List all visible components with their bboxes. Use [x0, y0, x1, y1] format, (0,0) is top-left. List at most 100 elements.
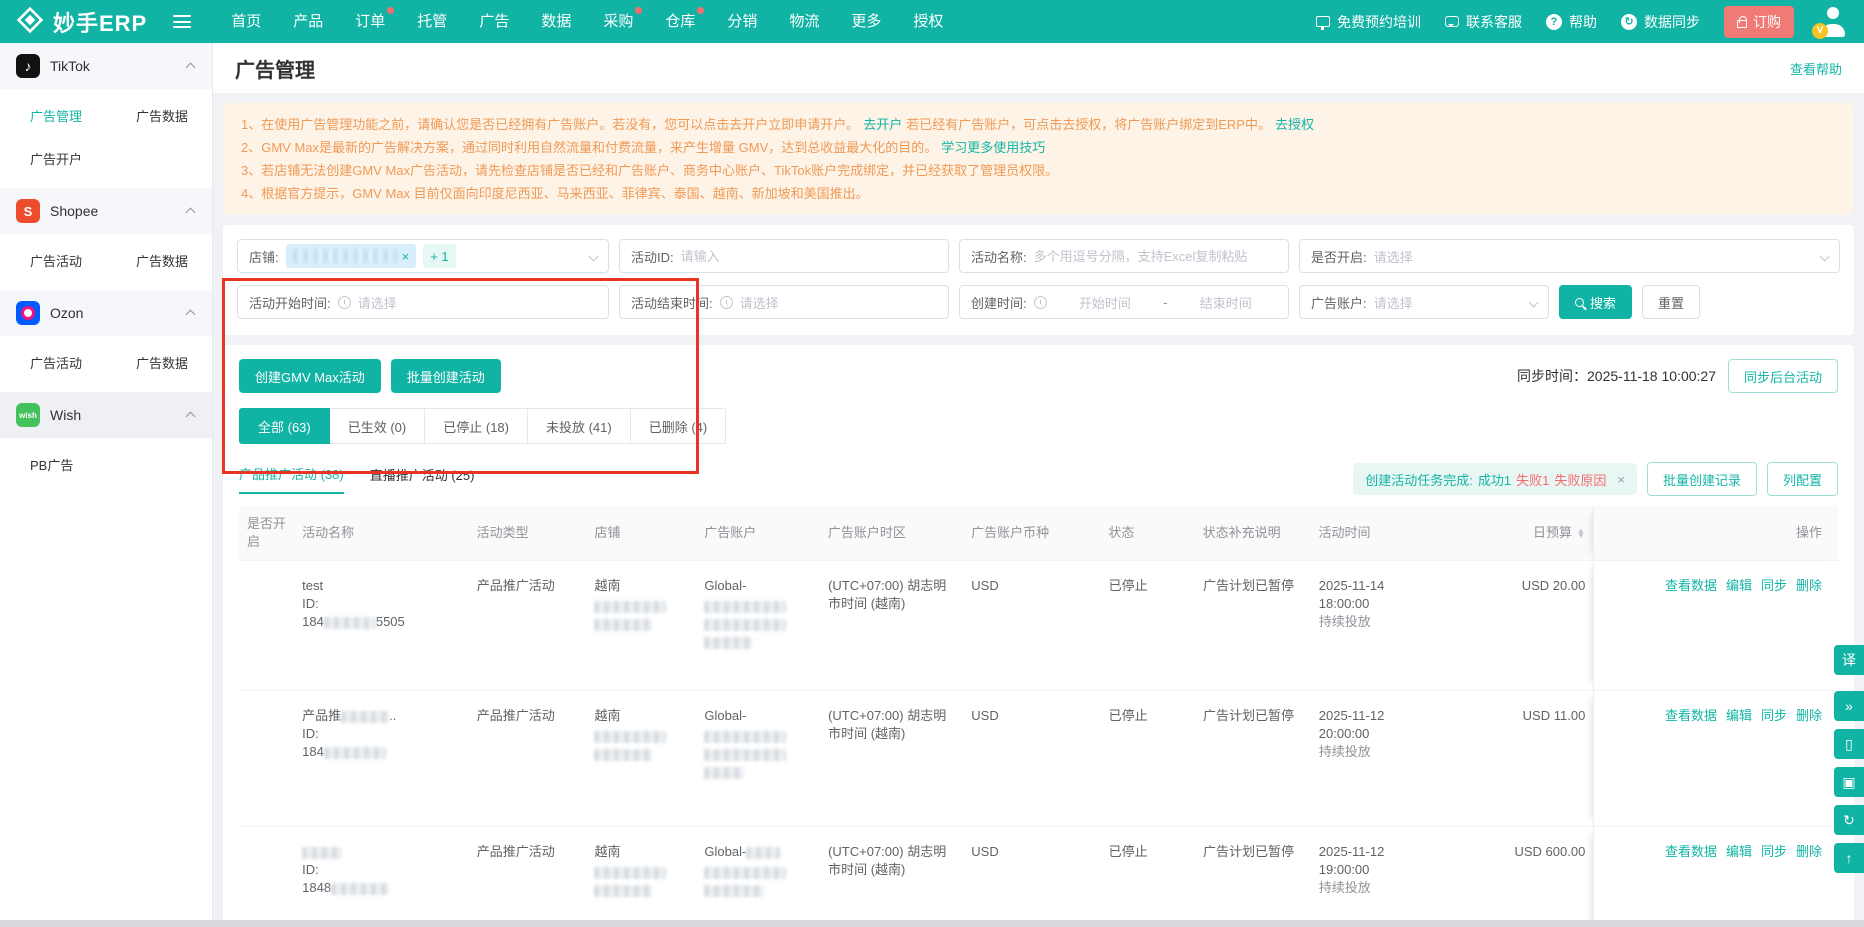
col-timezone: 广告账户时区 — [827, 525, 906, 540]
collapse-panel-button[interactable]: » — [1834, 691, 1864, 721]
campaign-name-cell: test ID: 184 5505 — [302, 578, 405, 629]
ad-account-filter[interactable]: 广告账户: 请选择 — [1299, 285, 1549, 319]
end-time-filter[interactable]: 活动结束时间: 请选择 — [619, 285, 949, 319]
edit-link[interactable]: 编辑 — [1726, 843, 1752, 861]
authorize-link[interactable]: 去授权 — [1275, 117, 1314, 132]
enabled-filter[interactable]: 是否开启: 请选择 — [1299, 239, 1840, 273]
batch-create-button[interactable]: 批量创建活动 — [390, 359, 501, 393]
sidebar-item-pb-ads[interactable]: PB广告 — [0, 443, 106, 486]
tab-product-promotion[interactable]: 产品推广活动 (38) — [239, 464, 344, 494]
user-avatar[interactable]: V — [1812, 6, 1848, 39]
sidebar-group-wish[interactable]: wish Wish — [0, 392, 212, 438]
tab-all[interactable]: 全部 (63) — [239, 408, 330, 444]
refresh-button[interactable]: ↻ — [1834, 805, 1864, 835]
app-logo[interactable]: 妙手ERP — [16, 6, 147, 38]
shop-cell: 越南 — [586, 691, 696, 826]
filter-panel: 店铺: × + 1 活动ID: 活动名称: 是否开启: 请选择 活动开始时间: — [223, 225, 1854, 335]
page-title: 广告管理 — [235, 59, 315, 82]
column-config-button[interactable]: 列配置 — [1766, 462, 1838, 496]
tab-stopped[interactable]: 已停止 (18) — [425, 408, 528, 444]
notice-line-1: 1、在使用广告管理功能之前，请确认您是否已经拥有广告账户。若没有，您可以点击去开… — [241, 117, 1314, 132]
sidebar-item-shopee-campaigns[interactable]: 广告活动 — [0, 239, 106, 282]
edit-link[interactable]: 编辑 — [1726, 577, 1752, 595]
table-row: 产品推.. ID: 184 产品推广活动 越南 Global- (UTC+07:… — [239, 691, 1838, 827]
sidebar-item-ozon-campaigns[interactable]: 广告活动 — [0, 341, 106, 384]
sync-backend-button[interactable]: 同步后台活动 — [1727, 359, 1838, 393]
sync-link[interactable]: 同步 — [1761, 577, 1787, 595]
col-account: 广告账户 — [704, 525, 757, 540]
sync-link[interactable]: 同步 — [1761, 843, 1787, 861]
nav-item-more[interactable]: 更多 — [835, 0, 897, 43]
open-account-link[interactable]: 去开户 — [863, 117, 902, 132]
data-sync-link[interactable]: ↻ 数据同步 — [1621, 12, 1700, 32]
delete-link[interactable]: 删除 — [1796, 843, 1822, 861]
tag-close-icon[interactable]: × — [402, 249, 410, 264]
create-gmv-max-button[interactable]: 创建GMV Max活动 — [239, 359, 381, 393]
sidebar-item-ad-management[interactable]: 广告管理 — [0, 94, 106, 137]
clock-icon — [337, 295, 351, 309]
nav-item-logistics[interactable]: 物流 — [773, 0, 835, 43]
sync-link[interactable]: 同步 — [1761, 707, 1787, 725]
view-data-link[interactable]: 查看数据 — [1665, 843, 1717, 861]
translate-button[interactable]: 译 — [1834, 645, 1864, 675]
tab-live-promotion[interactable]: 直播推广活动 (25) — [370, 465, 475, 493]
campaign-name-cell: ID: 1848 — [294, 827, 469, 927]
tab-not-delivered[interactable]: 未投放 (41) — [527, 408, 631, 444]
nav-item-products[interactable]: 产品 — [277, 0, 339, 43]
edit-link[interactable]: 编辑 — [1726, 707, 1752, 725]
sidebar-group-ozon[interactable]: Ozon — [0, 290, 212, 336]
sidebar-item-ad-data[interactable]: 广告数据 — [106, 94, 212, 137]
view-data-link[interactable]: 查看数据 — [1665, 577, 1717, 595]
col-budget[interactable]: 日预算 ▲ ▼ — [1475, 506, 1593, 560]
notice-line-2: 2、GMV Max是最新的广告解决方案，通过同时利用自然流量和付费流量，来产生增… — [241, 140, 1046, 155]
nav-item-home[interactable]: 首页 — [215, 0, 277, 43]
reset-button[interactable]: 重置 — [1642, 285, 1701, 319]
nav-item-data[interactable]: 数据 — [525, 0, 587, 43]
notification-dot — [387, 7, 395, 14]
screenshot-button[interactable]: ▣ — [1834, 767, 1864, 797]
sidebar-group-shopee[interactable]: S Shopee — [0, 188, 212, 234]
col-status-note: 状态补充说明 — [1202, 525, 1281, 540]
delete-link[interactable]: 删除 — [1796, 707, 1822, 725]
nav-item-purchase[interactable]: 采购 — [587, 0, 649, 43]
mobile-view-button[interactable]: ▯ — [1834, 729, 1864, 759]
activity-name-filter[interactable]: 活动名称: — [959, 239, 1289, 273]
sidebar-item-ozon-ad-data[interactable]: 广告数据 — [106, 341, 212, 384]
subscribe-button[interactable]: 订购 — [1724, 5, 1794, 38]
view-data-link[interactable]: 查看数据 — [1665, 707, 1717, 725]
presentation-icon — [1316, 16, 1330, 30]
nav-item-orders[interactable]: 订单 — [339, 0, 401, 43]
search-button[interactable]: 搜索 — [1559, 285, 1633, 319]
view-help-link[interactable]: 查看帮助 — [1790, 59, 1842, 78]
badge-close-icon[interactable]: × — [1617, 472, 1625, 487]
nav-item-ads[interactable]: 广告 — [463, 0, 525, 43]
sidebar-item-ad-account-open[interactable]: 广告开户 — [0, 137, 106, 180]
nav-item-hosting[interactable]: 托管 — [401, 0, 463, 43]
start-time-filter[interactable]: 活动开始时间: 请选择 — [237, 285, 609, 319]
nav-item-warehouse[interactable]: 仓库 — [649, 0, 711, 43]
sort-icons[interactable]: ▲ ▼ — [1577, 527, 1585, 540]
tab-deleted[interactable]: 已删除 (4) — [630, 408, 727, 444]
logo-text: 妙手ERP — [53, 10, 148, 36]
status-tabs: 全部 (63) 已生效 (0) 已停止 (18) 未投放 (41) 已删除 (4… — [239, 408, 1838, 444]
tab-active[interactable]: 已生效 (0) — [329, 408, 426, 444]
fail-reason-link[interactable]: 失败原因 — [1554, 470, 1606, 489]
free-training-link[interactable]: 免费预约培训 — [1316, 12, 1421, 32]
shop-filter[interactable]: 店铺: × + 1 — [237, 239, 609, 273]
batch-record-button[interactable]: 批量创建记录 — [1646, 462, 1757, 496]
help-link[interactable]: ? 帮助 — [1546, 12, 1597, 32]
sidebar-group-tiktok[interactable]: ♪ TikTok — [0, 43, 212, 89]
delete-link[interactable]: 删除 — [1796, 577, 1822, 595]
shop-tag-more: + 1 — [423, 244, 456, 268]
sidebar-item-shopee-ad-data[interactable]: 广告数据 — [106, 239, 212, 282]
activity-name-input[interactable] — [1033, 248, 1277, 264]
back-to-top-button[interactable]: ↑ — [1834, 843, 1864, 873]
contact-support-link[interactable]: 联系客服 — [1445, 12, 1522, 32]
nav-item-distribution[interactable]: 分销 — [711, 0, 773, 43]
activity-id-filter[interactable]: 活动ID: — [619, 239, 949, 273]
nav-item-authorize[interactable]: 授权 — [897, 0, 959, 43]
learn-more-link[interactable]: 学习更多使用技巧 — [941, 140, 1045, 155]
activity-id-input[interactable] — [680, 248, 937, 264]
create-time-filter[interactable]: 创建时间: 开始时间 - 结束时间 — [959, 285, 1289, 319]
menu-toggle-icon[interactable] — [173, 15, 192, 28]
